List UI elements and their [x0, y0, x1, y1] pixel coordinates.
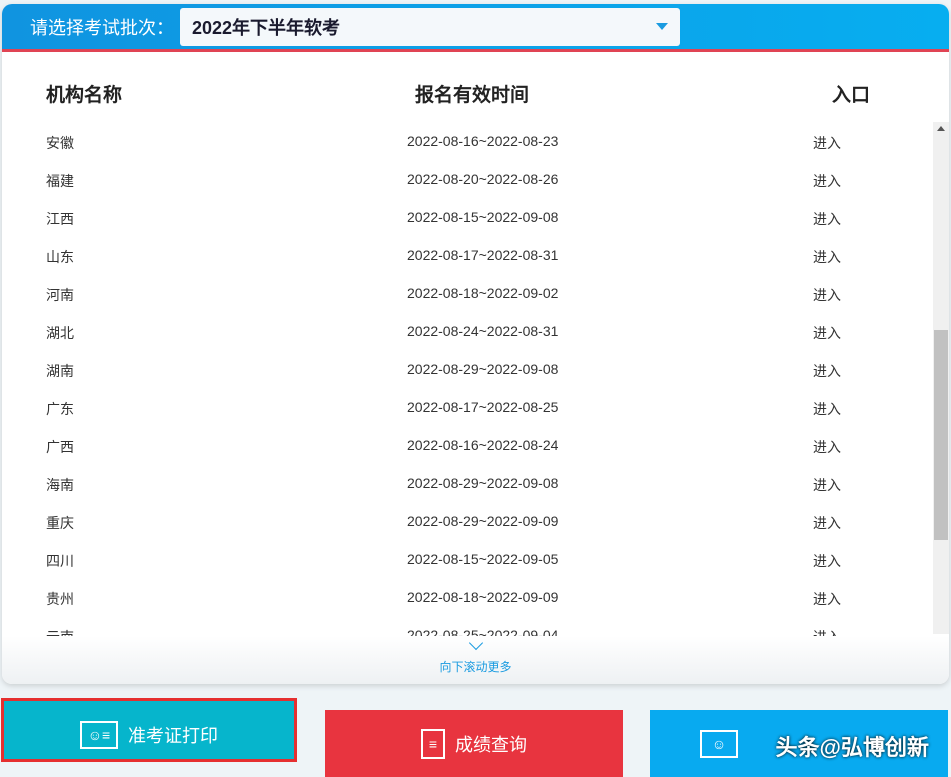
registration-period: 2022-08-15~2022-09-08: [407, 209, 558, 225]
table-row: 贵州 2022-08-18~2022-09-09 进入: [2, 578, 932, 616]
registration-period: 2022-08-29~2022-09-09: [407, 513, 558, 529]
enter-link[interactable]: 进入: [813, 475, 841, 495]
scroll-more-label: 向下滚动更多: [2, 658, 949, 675]
org-name: 湖北: [46, 323, 74, 343]
table-row: 云南 2022-08-25~2022-09-04 进入: [2, 616, 932, 636]
watermark: 头条@弘博创新: [776, 730, 929, 762]
scrollbar-thumb[interactable]: [934, 330, 948, 540]
chevron-down-icon: [468, 636, 482, 650]
enter-link[interactable]: 进入: [813, 285, 841, 305]
org-name: 河南: [46, 285, 74, 305]
batch-label: 请选择考试批次：: [30, 14, 174, 40]
table-row: 广东 2022-08-17~2022-08-25 进入: [2, 388, 932, 426]
registration-period: 2022-08-15~2022-09-05: [407, 551, 558, 567]
enter-link[interactable]: 进入: [813, 133, 841, 153]
table-row: 四川 2022-08-15~2022-09-05 进入: [2, 540, 932, 578]
scroll-more[interactable]: 向下滚动更多: [2, 636, 949, 684]
registration-period: 2022-08-18~2022-09-09: [407, 589, 558, 605]
table-row: 广西 2022-08-16~2022-08-24 进入: [2, 426, 932, 464]
table-row: 山东 2022-08-17~2022-08-31 进入: [2, 236, 932, 274]
enter-link[interactable]: 进入: [813, 171, 841, 191]
id-card-icon: ☺≡: [80, 721, 118, 749]
batch-bar: 请选择考试批次： 2022年下半年软考: [2, 4, 949, 52]
header-time: 报名有效时间: [415, 80, 529, 107]
org-name: 广西: [46, 437, 74, 457]
table-row: 安徽 2022-08-16~2022-08-23 进入: [2, 122, 932, 160]
registration-period: 2022-08-20~2022-08-26: [407, 171, 558, 187]
org-name: 湖南: [46, 361, 74, 381]
table-row: 湖北 2022-08-24~2022-08-31 进入: [2, 312, 932, 350]
enter-link[interactable]: 进入: [813, 551, 841, 571]
table-row: 河南 2022-08-18~2022-09-02 进入: [2, 274, 932, 312]
enter-link[interactable]: 进入: [813, 399, 841, 419]
admit-card-print-button[interactable]: ☺≡ 准考证打印: [1, 698, 297, 762]
batch-select[interactable]: 2022年下半年软考: [180, 8, 680, 46]
table-row: 湖南 2022-08-29~2022-09-08 进入: [2, 350, 932, 388]
registration-period: 2022-08-17~2022-08-25: [407, 399, 558, 415]
registration-period: 2022-08-17~2022-08-31: [407, 247, 558, 263]
enter-link[interactable]: 进入: [813, 209, 841, 229]
table-body: 安徽2022-08-16~2022-08-23进入福建2022-08-20~20…: [2, 114, 932, 636]
registration-period: 2022-08-16~2022-08-24: [407, 437, 558, 453]
registration-period: 2022-08-29~2022-09-08: [407, 475, 558, 491]
enter-link[interactable]: 进入: [813, 323, 841, 343]
org-name: 云南: [46, 627, 74, 636]
enter-link[interactable]: 进入: [813, 589, 841, 609]
scroll-up-icon[interactable]: [937, 126, 945, 131]
org-name: 海南: [46, 475, 74, 495]
org-name: 贵州: [46, 589, 74, 609]
exam-panel: 请选择考试批次： 2022年下半年软考 机构名称 报名有效时间 入口 安徽 202…: [2, 4, 949, 684]
enter-link[interactable]: 进入: [813, 361, 841, 381]
header-org: 机构名称: [46, 80, 122, 107]
document-search-icon: ≡: [421, 729, 445, 759]
admit-card-label: 准考证打印: [128, 722, 218, 748]
registration-period: 2022-08-25~2022-09-04: [407, 627, 558, 636]
enter-link[interactable]: 进入: [813, 247, 841, 267]
org-name: 福建: [46, 171, 74, 191]
table-row: 福建 2022-08-20~2022-08-26 进入: [2, 160, 932, 198]
registration-period: 2022-08-18~2022-09-02: [407, 285, 558, 301]
header-entry: 入口: [832, 80, 870, 107]
org-name: 山东: [46, 247, 74, 267]
table-row: 海南 2022-08-29~2022-09-08 进入: [2, 464, 932, 502]
scrollbar[interactable]: [933, 122, 949, 634]
score-query-label: 成绩查询: [455, 731, 527, 757]
enter-link[interactable]: 进入: [813, 513, 841, 533]
org-name: 江西: [46, 209, 74, 229]
table-row: 重庆 2022-08-29~2022-09-09 进入: [2, 502, 932, 540]
org-name: 广东: [46, 399, 74, 419]
registration-period: 2022-08-24~2022-08-31: [407, 323, 558, 339]
org-name: 重庆: [46, 513, 74, 533]
enter-link[interactable]: 进入: [813, 437, 841, 457]
table-row: 江西 2022-08-15~2022-09-08 进入: [2, 198, 932, 236]
org-name: 四川: [46, 551, 74, 571]
score-query-button[interactable]: ≡ 成绩查询: [325, 710, 623, 777]
batch-select-value: 2022年下半年软考: [192, 14, 340, 40]
enter-link[interactable]: 进入: [813, 627, 841, 636]
chevron-down-icon: [656, 23, 668, 30]
registration-period: 2022-08-16~2022-08-23: [407, 133, 558, 149]
org-name: 安徽: [46, 133, 74, 153]
registration-period: 2022-08-29~2022-09-08: [407, 361, 558, 377]
certificate-icon: ☺: [700, 730, 738, 758]
